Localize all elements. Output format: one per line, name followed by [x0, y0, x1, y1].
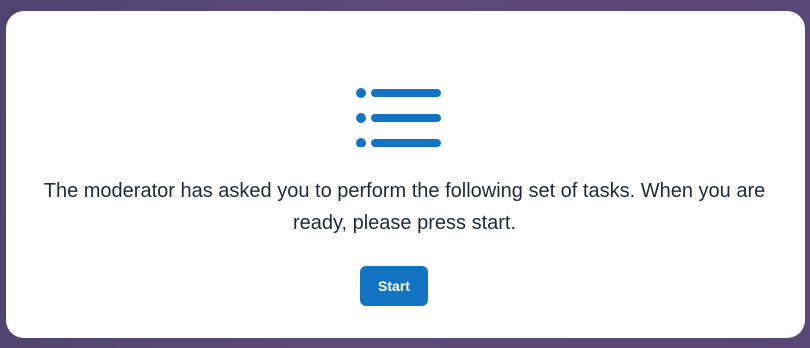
start-button[interactable]: Start	[360, 266, 428, 306]
list-icon	[356, 88, 441, 147]
task-start-dialog: The moderator has asked you to perform t…	[6, 11, 805, 338]
instructions-text: The moderator has asked you to perform t…	[43, 180, 766, 234]
